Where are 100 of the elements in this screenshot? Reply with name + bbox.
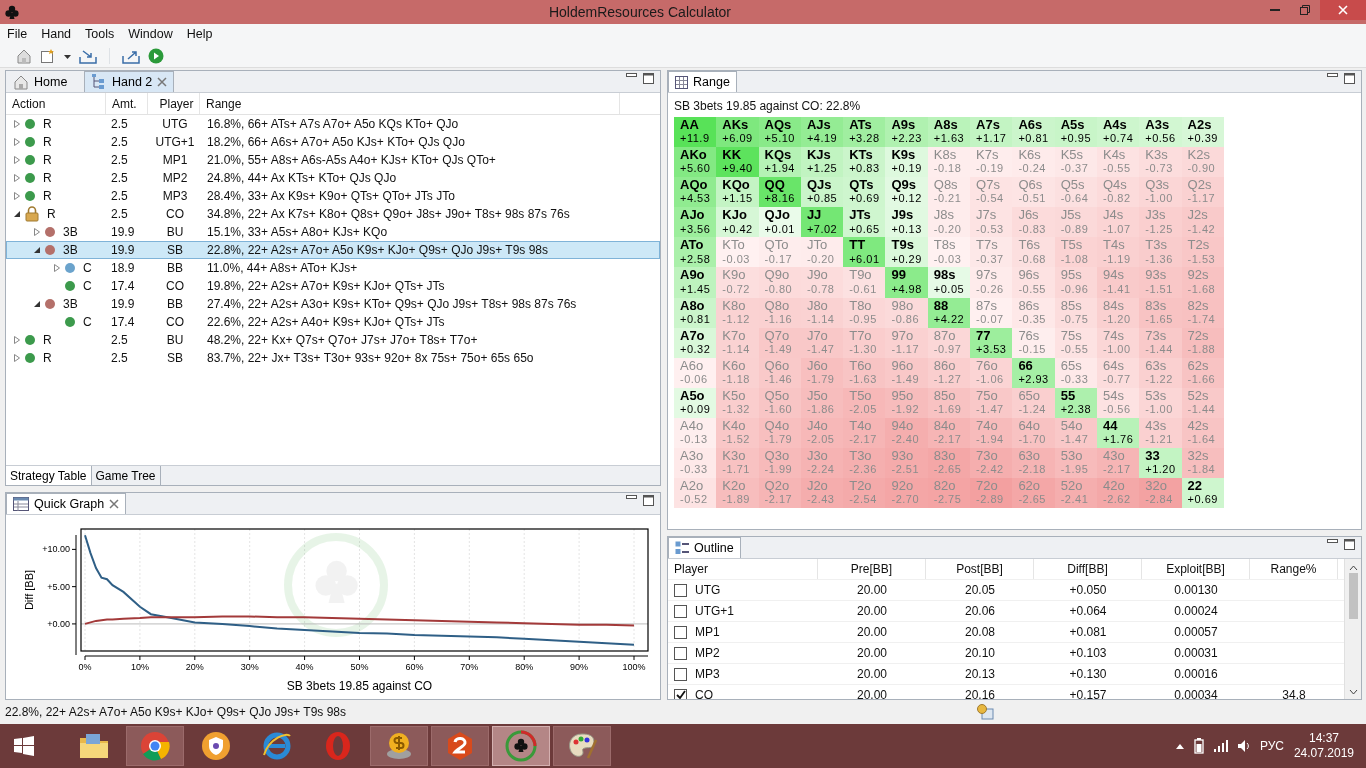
- hand-cell[interactable]: K2s -0.90: [1181, 147, 1224, 178]
- checkbox[interactable]: [674, 667, 687, 681]
- hand-cell[interactable]: K9o -0.72: [716, 267, 759, 298]
- hand-cell[interactable]: JTs +0.65: [843, 207, 886, 238]
- hand-cell[interactable]: JJ +7.02: [800, 207, 844, 238]
- hand-cell[interactable]: 32s -1.84: [1181, 448, 1224, 479]
- hand-cell[interactable]: K8s -0.18: [927, 147, 971, 178]
- hand-cell[interactable]: T4s -1.19: [1096, 237, 1140, 268]
- hand-cell[interactable]: K2o -1.89: [716, 478, 759, 509]
- hand-cell[interactable]: QQ +8.16: [758, 177, 801, 208]
- hand-cell[interactable]: J3o -2.24: [800, 448, 844, 479]
- hand-cell[interactable]: 73s -1.44: [1139, 327, 1182, 358]
- hand-cell[interactable]: 95s -0.96: [1054, 267, 1097, 298]
- hand-cell[interactable]: KQo +1.15: [716, 177, 759, 208]
- hand-cell[interactable]: AJs +4.19: [800, 117, 844, 148]
- taskbar-app[interactable]: [553, 726, 611, 766]
- hand-cell[interactable]: AKs +6.09: [716, 117, 759, 148]
- hand-cell[interactable]: K3o -1.71: [716, 448, 759, 479]
- hand-cell[interactable]: A2o -0.52: [674, 478, 717, 509]
- hand-cell[interactable]: QTo -0.17: [758, 237, 801, 268]
- hand-cell[interactable]: A5o +0.09: [674, 387, 717, 418]
- checkbox[interactable]: [674, 604, 687, 618]
- hand-cell[interactable]: J8s -0.20: [927, 207, 971, 238]
- hand-cell[interactable]: J4s -1.07: [1096, 207, 1140, 238]
- hand-cell[interactable]: 83s -1.65: [1139, 297, 1182, 328]
- hand-cell[interactable]: 74o -1.94: [970, 417, 1013, 449]
- column-header[interactable]: Player: [668, 559, 818, 579]
- hand-cell[interactable]: K3s -0.73: [1139, 147, 1182, 178]
- hand-cell[interactable]: A4o -0.13: [674, 417, 717, 449]
- new-document-icon[interactable]: [40, 47, 56, 64]
- scroll-thumb[interactable]: [1348, 573, 1358, 619]
- hand-cell[interactable]: A3s +0.56: [1139, 117, 1182, 148]
- hand-cell[interactable]: 53o -1.95: [1054, 448, 1097, 479]
- graph-tab[interactable]: Quick Graph: [6, 493, 127, 514]
- table-row[interactable]: R 2.5 SB 83.7%, 22+ Jx+ T3s+ T3o+ 93s+ 92o+ 8x 75s+ 75o+ 65s 65o: [6, 349, 660, 367]
- hand-cell[interactable]: T8o -0.95: [843, 297, 886, 328]
- checkbox[interactable]: [674, 688, 687, 699]
- hand-cell[interactable]: Q9o -0.80: [758, 267, 801, 298]
- hand-cell[interactable]: AQs +5.10: [758, 117, 801, 148]
- signal-icon[interactable]: [1213, 740, 1228, 752]
- menu-item[interactable]: Help: [179, 22, 220, 46]
- hand-cell[interactable]: 62o -2.65: [1012, 478, 1055, 509]
- hand-cell[interactable]: AKo +5.60: [674, 147, 717, 178]
- hand-cell[interactable]: 97o -1.17: [885, 327, 928, 358]
- menu-item[interactable]: Window: [121, 22, 180, 46]
- hand-cell[interactable]: 43o -2.17: [1096, 448, 1140, 479]
- scroll-down-icon[interactable]: [1348, 689, 1358, 695]
- hand-cell[interactable]: K7s -0.19: [970, 147, 1013, 178]
- hand-cell[interactable]: T2s -1.53: [1181, 237, 1224, 268]
- hand-cell[interactable]: T7s -0.37: [970, 237, 1013, 268]
- hand-cell[interactable]: T5o -2.05: [843, 387, 886, 418]
- editor-tab[interactable]: Hand 2: [84, 71, 175, 92]
- checkbox[interactable]: [674, 583, 687, 597]
- hand-cell[interactable]: T2o -2.54: [843, 478, 886, 509]
- hand-cell[interactable]: 93s -1.51: [1139, 267, 1182, 298]
- hand-cell[interactable]: Q4s -0.82: [1096, 177, 1140, 208]
- hand-cell[interactable]: Q2o -2.17: [758, 478, 801, 509]
- hand-cell[interactable]: 86s -0.35: [1012, 297, 1055, 328]
- expand-toggle[interactable]: [13, 156, 21, 164]
- menu-item[interactable]: Hand: [34, 22, 79, 46]
- table-row[interactable]: 3B 19.9 BU 15.1%, 33+ A5s+ A8o+ KJs+ KQo: [6, 223, 660, 241]
- hand-cell[interactable]: QJo +0.01: [758, 207, 801, 238]
- hand-cell[interactable]: Q3s -1.00: [1139, 177, 1182, 208]
- speaker-icon[interactable]: [1237, 740, 1250, 752]
- hand-cell[interactable]: K7o -1.14: [716, 327, 759, 358]
- close-icon[interactable]: [157, 77, 168, 87]
- hand-cell[interactable]: 93o -2.51: [885, 448, 928, 479]
- expand-toggle[interactable]: [53, 264, 61, 272]
- hand-cell[interactable]: A2s +0.39: [1181, 117, 1224, 148]
- hand-cell[interactable]: 53s -1.00: [1139, 387, 1182, 418]
- checkbox[interactable]: [674, 646, 687, 660]
- close-icon[interactable]: [109, 499, 120, 509]
- column-header[interactable]: Player: [148, 93, 200, 114]
- hand-cell[interactable]: Q5s -0.64: [1054, 177, 1097, 208]
- progress-icon[interactable]: [976, 703, 994, 721]
- hand-cell[interactable]: 76s -0.15: [1012, 327, 1055, 358]
- hand-cell[interactable]: 99 +4.98: [885, 267, 928, 298]
- expand-toggle[interactable]: [13, 354, 21, 362]
- hand-cell[interactable]: A9o +1.45: [674, 267, 717, 298]
- hand-cell[interactable]: KK +9.40: [716, 147, 759, 178]
- hand-cell[interactable]: J2s -1.42: [1181, 207, 1224, 238]
- checkbox[interactable]: [674, 625, 687, 639]
- table-row[interactable]: C 17.4 CO 19.8%, 22+ A2s+ A7o+ K9s+ KJo+ QTs+ JTs: [6, 277, 660, 295]
- hand-cell[interactable]: 82o -2.75: [927, 478, 971, 509]
- column-header[interactable]: Pre[BB]: [818, 559, 926, 579]
- collapse-toggle[interactable]: [33, 246, 41, 254]
- scroll-up-icon[interactable]: [1348, 565, 1358, 571]
- table-row[interactable]: R 2.5 UTG 16.8%, 66+ ATs+ A7s A7o+ A5o KQs KTo+ QJo: [6, 115, 660, 133]
- column-header[interactable]: Diff[BB]: [1034, 559, 1142, 579]
- hand-cell[interactable]: 83o -2.65: [927, 448, 971, 479]
- maximize-icon[interactable]: [1344, 73, 1355, 84]
- hand-cell[interactable]: Q9s +0.12: [885, 177, 928, 208]
- column-header[interactable]: Action: [6, 93, 106, 114]
- hand-cell[interactable]: J2o -2.43: [800, 478, 844, 509]
- taskbar-app[interactable]: [431, 726, 489, 766]
- hand-cell[interactable]: K6s -0.24: [1012, 147, 1055, 178]
- hand-cell[interactable]: J9o -0.78: [800, 267, 844, 298]
- range-tab[interactable]: Range: [668, 71, 737, 92]
- collapse-toggle[interactable]: [13, 210, 21, 218]
- hand-cell[interactable]: 32o -2.84: [1139, 478, 1182, 509]
